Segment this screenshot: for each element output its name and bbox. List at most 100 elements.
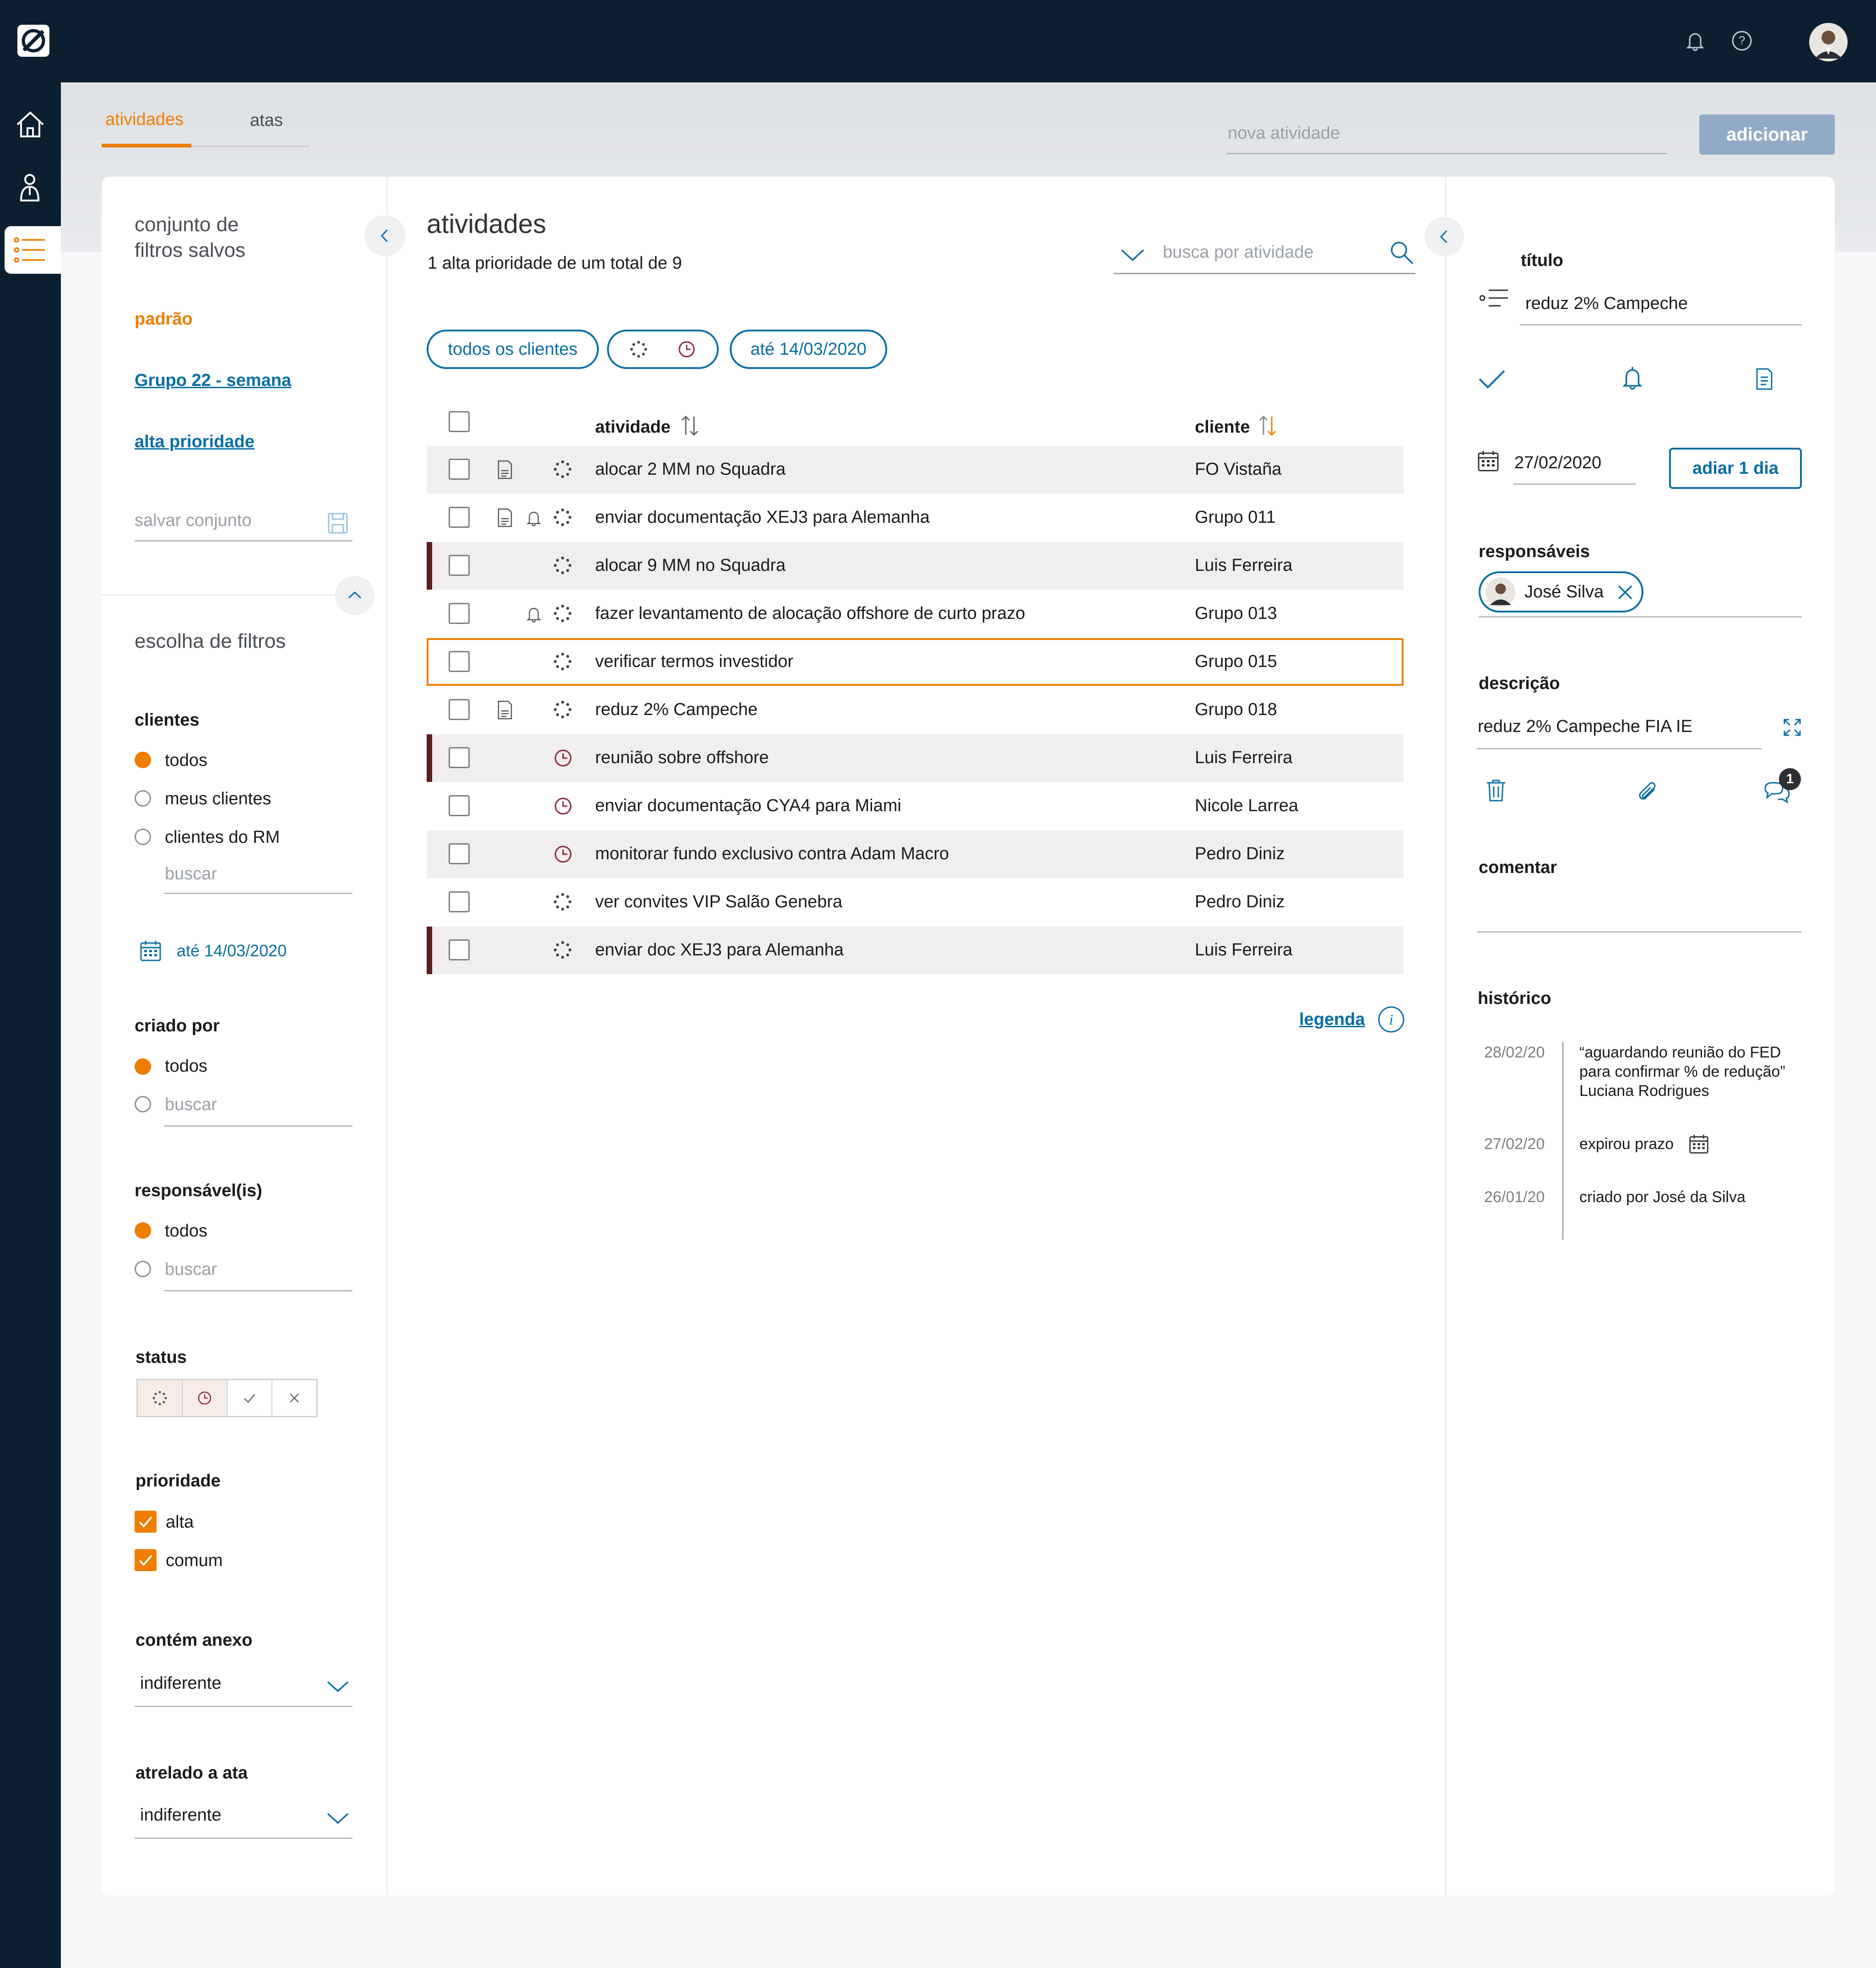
chevron-up-icon xyxy=(348,591,362,599)
saved-filter-default[interactable]: padrão xyxy=(135,309,193,329)
priority-list-icon[interactable] xyxy=(1480,287,1510,309)
detail-title-input[interactable]: reduz 2% Campeche xyxy=(1525,294,1688,314)
saved-filter-grupo22[interactable]: Grupo 22 - semana xyxy=(135,371,291,390)
clients-search-input[interactable]: buscar xyxy=(165,864,217,884)
table-row[interactable]: enviar doc XEJ3 para Alemanha Luis Ferrei… xyxy=(427,927,1404,974)
table-row[interactable]: reunião sobre offshore Luis Ferreira xyxy=(427,734,1404,782)
select-all-checkbox[interactable] xyxy=(449,411,470,432)
table-row[interactable]: enviar documentação XEJ3 para Alemanha Gr… xyxy=(427,494,1404,542)
table-row[interactable]: alocar 2 MM no Squadra FO Vistaña xyxy=(427,446,1404,493)
priority-alta-checkbox[interactable] xyxy=(135,1511,157,1533)
table-row[interactable]: reduz 2% Campeche Grupo 018 xyxy=(427,686,1404,734)
row-checkbox[interactable] xyxy=(449,507,470,528)
date-underline xyxy=(1513,483,1636,485)
activities-list-nav[interactable] xyxy=(5,226,61,274)
svg-text:i: i xyxy=(1389,1011,1393,1028)
radio-meus-clientes[interactable] xyxy=(135,790,151,807)
bell-icon[interactable] xyxy=(1620,364,1645,391)
column-header-activity[interactable]: atividade xyxy=(595,417,671,437)
created-by-search-input[interactable]: buscar xyxy=(165,1095,217,1115)
row-checkbox[interactable] xyxy=(449,891,470,912)
saved-filter-alta-prioridade[interactable]: alta prioridade xyxy=(135,432,255,452)
status-canceled-toggle[interactable] xyxy=(272,1380,316,1416)
radio-responsible-todos[interactable] xyxy=(135,1222,151,1239)
bell-icon[interactable] xyxy=(1684,29,1707,52)
activity-client: Luis Ferreira xyxy=(1195,940,1293,960)
row-checkbox[interactable] xyxy=(449,699,470,720)
row-checkbox[interactable] xyxy=(449,795,470,816)
radio-created-todos[interactable] xyxy=(135,1058,151,1075)
responsible-search-input[interactable]: buscar xyxy=(165,1260,217,1279)
home-icon[interactable] xyxy=(14,108,47,141)
save-icon[interactable] xyxy=(327,512,349,535)
due-date-input[interactable]: 27/02/2020 xyxy=(1514,453,1601,473)
row-checkbox[interactable] xyxy=(449,843,470,864)
note-icon[interactable] xyxy=(1755,366,1773,391)
sort-icon[interactable] xyxy=(679,414,700,438)
save-set-input[interactable]: salvar conjunto xyxy=(135,511,252,531)
description-input[interactable]: reduz 2% Campeche FIA IE xyxy=(1478,717,1692,737)
chevron-down-icon[interactable] xyxy=(326,1679,350,1693)
close-icon[interactable] xyxy=(1616,583,1634,602)
new-activity-input[interactable]: nova atividade xyxy=(1228,124,1340,143)
attachment-icon[interactable] xyxy=(1636,781,1660,805)
radio-clientes-rm[interactable] xyxy=(135,829,151,845)
activity-search-input[interactable]: busca por atividade xyxy=(1163,243,1314,262)
table-row[interactable]: alocar 9 MM no Squadra Luis Ferreira xyxy=(427,542,1404,590)
table-row[interactable]: fazer levantamento de alocação offshore … xyxy=(427,590,1404,638)
chip-all-clients[interactable]: todos os clientes xyxy=(427,330,599,369)
chip-date[interactable]: até 14/03/2020 xyxy=(730,330,887,369)
attachment-select[interactable]: indiferente xyxy=(140,1674,221,1693)
status-done-toggle[interactable] xyxy=(228,1380,272,1416)
postpone-button[interactable]: adiar 1 dia xyxy=(1669,448,1802,489)
row-checkbox[interactable] xyxy=(449,939,470,960)
chip-status[interactable] xyxy=(607,330,719,369)
logo-slash-icon[interactable] xyxy=(16,23,51,59)
row-checkbox[interactable] xyxy=(449,603,470,624)
clients-date-filter[interactable]: até 14/03/2020 xyxy=(177,941,287,960)
table-row[interactable]: monitorar fundo exclusivo contra Adam Ma… xyxy=(427,830,1404,878)
collapse-saved-button[interactable] xyxy=(335,576,374,615)
info-icon[interactable]: i xyxy=(1377,1005,1405,1034)
tab-atas[interactable]: atas xyxy=(250,111,283,130)
sort-icon[interactable] xyxy=(1257,414,1278,438)
priority-comum-checkbox[interactable] xyxy=(135,1549,157,1571)
tab-atividades[interactable]: atividades xyxy=(105,110,184,130)
search-icon[interactable] xyxy=(1389,240,1415,266)
collapse-filters-button[interactable] xyxy=(364,215,406,256)
collapse-detail-button[interactable] xyxy=(1425,217,1464,256)
status-in-progress-toggle[interactable] xyxy=(138,1380,183,1416)
responsible-chip[interactable]: José Silva xyxy=(1479,571,1643,613)
calendar-icon[interactable] xyxy=(1477,450,1500,472)
table-row[interactable]: enviar documentação CYA4 para Miami Nicol… xyxy=(427,782,1404,830)
clients-icon[interactable] xyxy=(15,172,45,205)
chevron-down-icon[interactable] xyxy=(326,1811,350,1825)
minutes-select[interactable]: indiferente xyxy=(140,1805,221,1825)
radio-created-search[interactable] xyxy=(135,1096,151,1112)
trash-icon[interactable] xyxy=(1486,779,1506,802)
created-by-underline xyxy=(164,1125,352,1127)
help-icon[interactable]: ? xyxy=(1730,29,1753,52)
radio-responsible-search[interactable] xyxy=(135,1261,151,1277)
activity-client: Grupo 011 xyxy=(1195,508,1276,527)
document-icon xyxy=(497,460,513,482)
expand-icon[interactable] xyxy=(1783,718,1802,737)
chevron-down-icon[interactable] xyxy=(1120,247,1145,263)
radio-clients-todos[interactable] xyxy=(135,752,151,768)
user-avatar[interactable] xyxy=(1808,22,1849,62)
activity-name: ver convites VIP Salão Genebra xyxy=(595,892,843,911)
add-button[interactable]: adicionar xyxy=(1699,114,1835,155)
table-row[interactable]: ver convites VIP Salão Genebra Pedro Dini… xyxy=(427,878,1404,926)
row-checkbox[interactable] xyxy=(449,651,470,672)
table-row[interactable]: verificar termos investidor Grupo 015 xyxy=(427,638,1404,686)
status-pending-toggle[interactable] xyxy=(183,1380,228,1416)
row-checkbox[interactable] xyxy=(449,747,470,768)
legend-link[interactable]: legenda xyxy=(1299,1010,1365,1030)
row-checkbox[interactable] xyxy=(449,555,470,576)
check-icon[interactable] xyxy=(1477,367,1507,391)
column-header-client[interactable]: cliente xyxy=(1195,417,1250,437)
comment-input[interactable] xyxy=(1477,931,1802,932)
calendar-icon[interactable] xyxy=(139,939,162,962)
activity-client: Nicole Larrea xyxy=(1195,796,1298,815)
row-checkbox[interactable] xyxy=(449,459,470,480)
